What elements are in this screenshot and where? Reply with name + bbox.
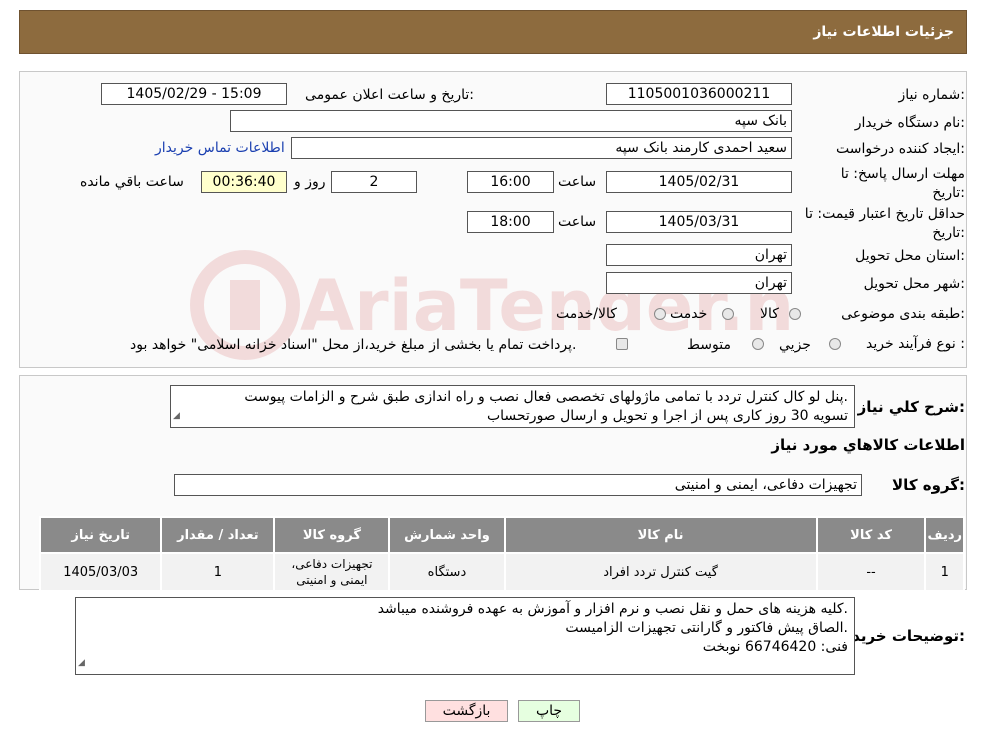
col-header-row: رديف	[924, 516, 965, 554]
description-label: شرح کلي نياز:	[857, 398, 965, 416]
days-remaining-field: 2	[331, 171, 417, 193]
announce-datetime-field: 1405/02/29 - 15:09	[101, 83, 287, 105]
col-header-code: کد کالا	[815, 516, 927, 554]
category-goods-radio[interactable]	[789, 308, 801, 320]
resize-handle-icon[interactable]: ◢	[173, 407, 180, 426]
purchase-type-label: نوع فرآیند خرید :	[866, 336, 965, 352]
goods-info-title: اطلاعات کالاهاي مورد نياز	[771, 436, 965, 454]
city-label: شهر محل تحویل:	[863, 276, 965, 292]
reply-date-field: 1405/02/31	[606, 171, 792, 193]
buyer-notes-textarea: کلیه هزینه های حمل و نقل نصب و نرم افزار…	[75, 597, 855, 675]
cell-code: --	[815, 552, 927, 592]
treasury-note: پرداخت تمام یا بخشی از مبلغ خرید،از محل …	[130, 337, 577, 353]
need-number-field: 1105001036000211	[606, 83, 792, 105]
buyer-org-field: بانک سپه	[230, 110, 792, 132]
table-header-row: تاریخ نیاز تعداد / مقدار گروه کالا واحد …	[38, 516, 965, 554]
reply-time-field: 16:00	[467, 171, 554, 193]
back-button[interactable]: بازگشت	[425, 700, 508, 722]
cell-name: گیت کنترل تردد افراد	[503, 552, 818, 592]
cell-unit: دستگاه	[388, 552, 506, 592]
buyer-contact-link[interactable]: اطلاعات تماس خریدار	[155, 140, 285, 156]
category-goods-service-label: کالا/خدمت	[556, 306, 617, 322]
validity-time-label: ساعت	[558, 214, 597, 230]
price-validity-label: حداقل تاریخ اعتبار قیمت: تا تاریخ:	[804, 206, 965, 241]
reply-time-label: ساعت	[558, 174, 597, 190]
validity-date-field: 1405/03/31	[606, 211, 792, 233]
buyer-notes-line-3: فنی: 66746420 نوبخت	[702, 639, 848, 655]
table-row: 1405/03/03 1 تجهیزات دفاعی، ایمنی و امنی…	[38, 552, 965, 592]
cell-quantity: 1	[160, 552, 276, 592]
purchase-small-radio[interactable]	[829, 338, 841, 350]
days-label: روز و	[294, 174, 326, 190]
need-number-label: شماره نیاز:	[898, 87, 965, 103]
category-goods-label: کالا	[760, 306, 779, 322]
buyer-org-label: نام دستگاه خریدار:	[854, 115, 965, 131]
announce-datetime-label: تاریخ و ساعت اعلان عمومی:	[305, 87, 474, 103]
col-header-quantity: تعداد / مقدار	[160, 516, 276, 554]
cell-group: تجهیزات دفاعی، ایمنی و امنیتی	[273, 552, 391, 592]
description-line-2: تسویه 30 روز کاری پس از اجرا و تحویل و ا…	[486, 408, 848, 424]
goods-table: تاریخ نیاز تعداد / مقدار گروه کالا واحد …	[38, 516, 965, 592]
page-header: جزئیات اطلاعات نیاز	[19, 10, 967, 54]
validity-time-field: 18:00	[467, 211, 554, 233]
category-label: طبقه بندی موضوعی:	[841, 306, 965, 322]
category-service-radio[interactable]	[722, 308, 734, 320]
category-goods-service-radio[interactable]	[654, 308, 666, 320]
creator-field: سعید احمدی کارمند بانک سپه	[291, 137, 792, 159]
resize-handle-icon[interactable]: ◢	[78, 654, 85, 673]
purchase-medium-label: متوسط	[687, 337, 731, 353]
category-service-label: خدمت	[670, 306, 708, 322]
cell-date: 1405/03/03	[38, 552, 163, 592]
buyer-notes-line-2: الصاق پیش فاکتور و گارانتی تجهیزات الزام…	[565, 620, 848, 636]
purchase-small-label: جزيي	[779, 337, 811, 353]
province-field: تهران	[606, 244, 792, 266]
buyer-notes-label: توضیحات خریدار:	[838, 627, 965, 645]
city-field: تهران	[606, 272, 792, 294]
remaining-time-field: 00:36:40	[201, 171, 287, 193]
treasury-checkbox[interactable]	[616, 338, 628, 350]
col-header-group: گروه کالا	[273, 516, 391, 554]
page-title: جزئیات اطلاعات نیاز	[813, 24, 954, 40]
description-textarea: پنل لو کال کنترل تردد با تمامی ماژولهای …	[170, 385, 855, 428]
reply-deadline-label: مهلت ارسال پاسخ: تا تاریخ:	[840, 166, 965, 201]
cell-row: 1	[924, 552, 965, 592]
print-button[interactable]: چاپ	[518, 700, 580, 722]
col-header-date: تاریخ نیاز	[38, 516, 163, 554]
creator-label: ایجاد کننده درخواست:	[836, 141, 965, 157]
goods-group-field: تجهیزات دفاعی، ایمنی و امنیتی	[174, 474, 862, 496]
purchase-medium-radio[interactable]	[752, 338, 764, 350]
goods-group-label: گروه کالا:	[892, 476, 965, 494]
buyer-notes-line-1: کلیه هزینه های حمل و نقل نصب و نرم افزار…	[377, 601, 848, 617]
province-label: استان محل تحویل:	[855, 248, 965, 264]
description-line-1: پنل لو کال کنترل تردد با تمامی ماژولهای …	[244, 389, 848, 405]
col-header-unit: واحد شمارش	[388, 516, 506, 554]
remaining-time-label: ساعت باقي مانده	[80, 174, 184, 190]
col-header-name: نام کالا	[503, 516, 818, 554]
